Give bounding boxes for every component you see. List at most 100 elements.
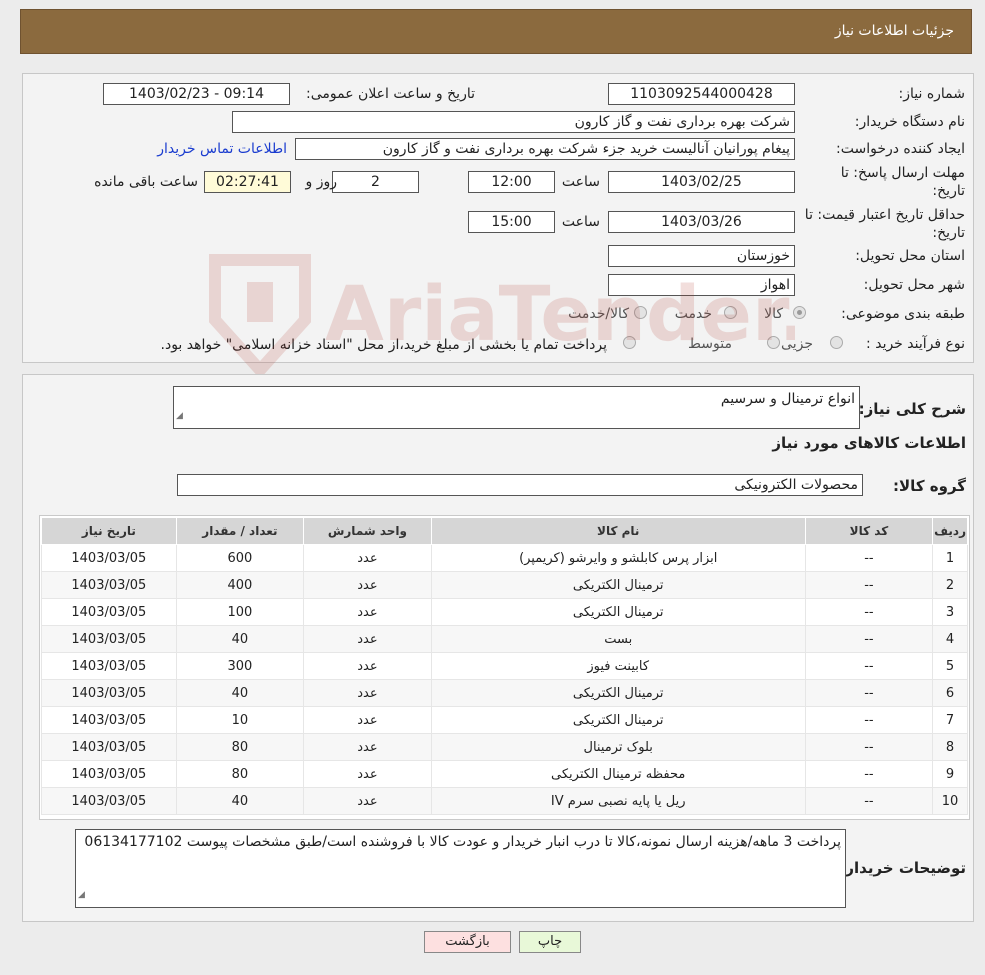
cell: 6 [932, 679, 968, 707]
cell: -- [804, 544, 934, 572]
table-row: 7 -- ترمینال الکتریکی عدد 10 1403/03/05 [41, 706, 968, 734]
cell: عدد [303, 706, 432, 734]
city-field: اهواز [608, 274, 795, 296]
validity-time-field: 15:00 [468, 211, 555, 233]
cell: عدد [303, 544, 432, 572]
cell: 3 [932, 598, 968, 626]
cell: عدد [303, 760, 432, 788]
page-header: جزئیات اطلاعات نیاز [20, 9, 972, 54]
details-panel: شماره نیاز: 1103092544000428 تاریخ و ساع… [22, 73, 974, 363]
resize-grip-icon[interactable]: ◢ [78, 886, 85, 905]
cell: ترمینال الکتریکی [430, 679, 806, 707]
city-label: شهر محل تحویل: [863, 277, 965, 293]
category-radio-goods[interactable] [793, 306, 806, 319]
need-number-label: شماره نیاز: [898, 86, 966, 102]
reply-deadline-label: مهلت ارسال پاسخ: تا [840, 165, 965, 181]
cell: -- [804, 733, 934, 761]
cell: -- [804, 652, 934, 680]
cell: -- [804, 598, 934, 626]
validity-time-label: ساعت [561, 214, 600, 230]
cell: عدد [303, 598, 432, 626]
table-row: 4 -- بست عدد 40 1403/03/05 [41, 625, 968, 653]
cell: 1403/03/05 [41, 760, 177, 788]
cell: عدد [303, 787, 432, 815]
col-name: نام کالا [430, 517, 806, 545]
buyer-notes-label: توضیحات خریدار: [839, 859, 966, 877]
cell: 1403/03/05 [41, 652, 177, 680]
goods-table-header: ردیف کد کالا نام کالا واحد شمارش تعداد /… [41, 517, 968, 545]
category-option-goods-service: کالا/خدمت [568, 306, 629, 322]
province-label: استان محل تحویل: [855, 248, 965, 264]
cell: ترمینال الکتریکی [430, 598, 806, 626]
days-field: 2 [332, 171, 419, 193]
province-field: خوزستان [608, 245, 795, 267]
cell: 1403/03/05 [41, 544, 177, 572]
print-button[interactable]: چاپ [519, 931, 581, 953]
cell: عدد [303, 625, 432, 653]
category-radio-service[interactable] [724, 306, 737, 319]
process-radio-medium[interactable] [767, 336, 780, 349]
goods-section-title: اطلاعات کالاهای مورد نیاز [772, 434, 966, 452]
cell: 1403/03/05 [41, 598, 177, 626]
cell: 10 [175, 706, 305, 734]
goods-panel: شرح کلی نیاز: انواع ترمینال و سرسیم ◢ اط… [22, 374, 974, 922]
cell: 40 [175, 787, 305, 815]
cell: کابینت فیوز [430, 652, 806, 680]
cell: محفظه ترمینال الکتریکی [430, 760, 806, 788]
process-label: نوع فرآیند خرید : [866, 336, 965, 352]
cell: 1403/03/05 [41, 733, 177, 761]
goods-table: ردیف کد کالا نام کالا واحد شمارش تعداد /… [41, 517, 968, 815]
announce-datetime-field: 1403/02/23 - 09:14 [103, 83, 290, 105]
cell: -- [804, 760, 934, 788]
col-code: کد کالا [804, 517, 934, 545]
cell: -- [804, 706, 934, 734]
process-radio-treasury[interactable] [623, 336, 636, 349]
cell: عدد [303, 733, 432, 761]
table-row: 2 -- ترمینال الکتریکی عدد 400 1403/03/05 [41, 571, 968, 599]
cell: 5 [932, 652, 968, 680]
process-option-minor: جزیی [781, 336, 813, 352]
price-validity-label-2: تاریخ: [932, 225, 965, 241]
cell: بست [430, 625, 806, 653]
cell: -- [804, 679, 934, 707]
col-date: تاریخ نیاز [41, 517, 177, 545]
cell: بلوک ترمینال [430, 733, 806, 761]
buyer-notes-text: پرداخت 3 ماهه/هزینه ارسال نمونه،کالا تا … [84, 834, 841, 850]
table-row: 6 -- ترمینال الکتریکی عدد 40 1403/03/05 [41, 679, 968, 707]
cell: -- [804, 787, 934, 815]
cell: 100 [175, 598, 305, 626]
cell: 7 [932, 706, 968, 734]
col-quantity: تعداد / مقدار [175, 517, 305, 545]
cell: 2 [932, 571, 968, 599]
summary-text: انواع ترمینال و سرسیم [720, 391, 855, 407]
cell: 8 [932, 733, 968, 761]
buyer-contact-link[interactable]: اطلاعات تماس خریدار [157, 141, 287, 157]
col-unit: واحد شمارش [303, 517, 432, 545]
cell: عدد [303, 652, 432, 680]
buyer-notes-field: پرداخت 3 ماهه/هزینه ارسال نمونه،کالا تا … [75, 829, 846, 908]
category-radio-goods-service[interactable] [634, 306, 647, 319]
category-option-goods: کالا [764, 306, 783, 322]
cell: 10 [932, 787, 968, 815]
table-row: 9 -- محفظه ترمینال الکتریکی عدد 80 1403/03/05 [41, 760, 968, 788]
cell: ابزار پرس کابلشو و وایرشو (کریمپر) [430, 544, 806, 572]
process-option-medium: متوسط [688, 336, 732, 352]
back-button[interactable]: بازگشت [424, 931, 511, 953]
col-row: ردیف [932, 517, 968, 545]
cell: 1403/03/05 [41, 706, 177, 734]
cell: 9 [932, 760, 968, 788]
cell: عدد [303, 679, 432, 707]
creator-field: پیغام پورانیان آنالیست خرید جزء شرکت بهر… [295, 138, 795, 160]
cell: ریل یا پایه نصبی سرم IV [430, 787, 806, 815]
table-row: 1 -- ابزار پرس کابلشو و وایرشو (کریمپر) عدد… [41, 544, 968, 572]
reply-deadline-label-2: تاریخ: [932, 183, 965, 199]
cell: ترمینال الکتریکی [430, 571, 806, 599]
category-label: طبقه بندی موضوعی: [841, 306, 965, 322]
summary-label: شرح کلی نیاز: [858, 400, 966, 418]
category-option-service: خدمت [674, 306, 712, 322]
resize-grip-icon[interactable]: ◢ [176, 407, 183, 426]
buyer-org-label: نام دستگاه خریدار: [854, 114, 965, 130]
cell: 400 [175, 571, 305, 599]
cell: 1403/03/05 [41, 679, 177, 707]
process-radio-minor[interactable] [830, 336, 843, 349]
